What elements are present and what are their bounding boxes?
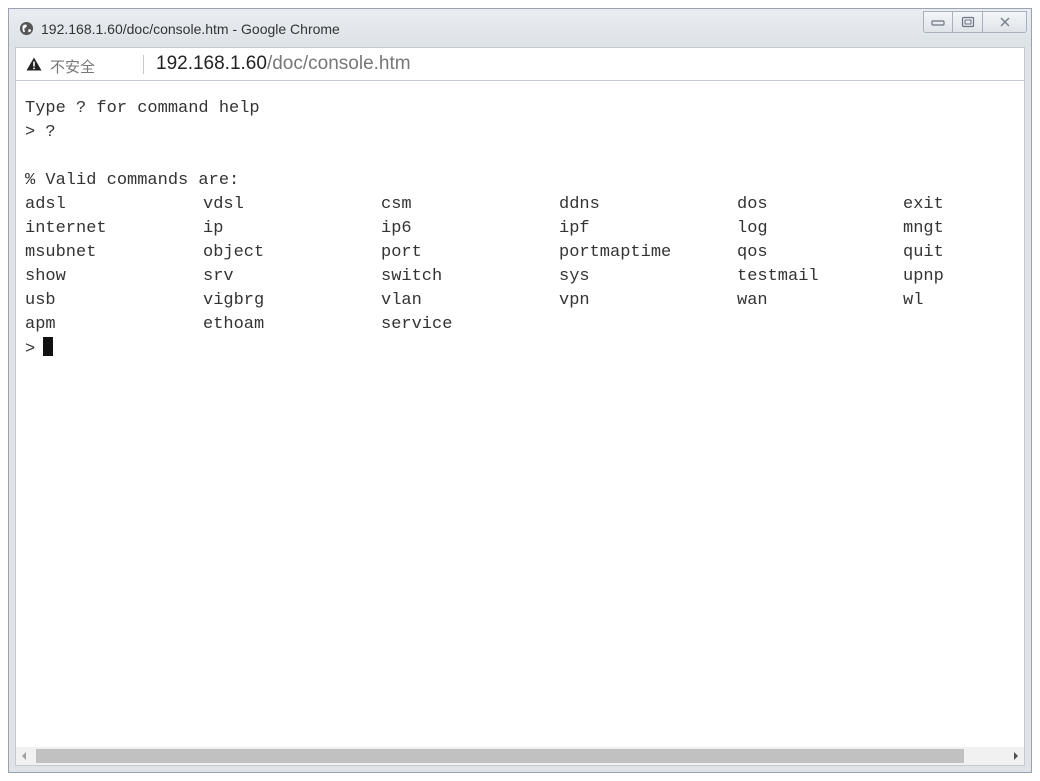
command-item: service <box>381 315 453 334</box>
command-item: msubnet <box>25 243 97 262</box>
url-text[interactable]: 192.168.1.60/doc/console.htm <box>156 53 411 75</box>
security-label[interactable]: 不安全 <box>50 56 95 77</box>
url-host: 192.168.1.60 <box>156 53 267 74</box>
cursor <box>43 337 54 356</box>
command-item: wl <box>903 291 924 310</box>
window-controls <box>923 11 1027 33</box>
globe-icon <box>19 21 34 36</box>
command-item: vpn <box>559 291 590 310</box>
command-item: log <box>737 219 768 238</box>
minimize-button[interactable] <box>923 11 953 33</box>
valid-commands-header: % Valid commands are: <box>25 171 240 190</box>
command-item: ethoam <box>203 315 265 334</box>
command-item: testmail <box>737 267 819 286</box>
title-bar[interactable]: 192.168.1.60/doc/console.htm - Google Ch… <box>9 9 1031 47</box>
maximize-icon <box>961 16 974 28</box>
command-item: apm <box>25 315 56 334</box>
scrollbar-thumb[interactable] <box>36 749 964 763</box>
command-item: ddns <box>559 195 600 214</box>
command-row: internet ip ip6 ipf log mngt <box>25 217 944 241</box>
command-item: exit <box>903 195 944 214</box>
page-content[interactable]: Type ? for command help > ? % Valid comm… <box>15 81 1025 766</box>
current-prompt-line[interactable]: > <box>25 337 260 361</box>
address-divider <box>143 55 144 74</box>
command-row: adsl vdsl csm ddns dos exit <box>25 193 944 217</box>
command-item: show <box>25 267 66 286</box>
command-item: ip6 <box>381 219 412 238</box>
command-item: adsl <box>25 195 66 214</box>
minimize-icon <box>931 20 945 26</box>
window-title: 192.168.1.60/doc/console.htm - Google Ch… <box>41 21 340 37</box>
command-item: internet <box>25 219 107 238</box>
command-item: wan <box>737 291 768 310</box>
command-item: qos <box>737 243 768 262</box>
command-item: switch <box>381 267 443 286</box>
close-icon <box>999 17 1010 27</box>
help-line: Type ? for command help <box>25 99 260 118</box>
command-item: sys <box>559 267 590 286</box>
command-item: mngt <box>903 219 944 238</box>
scroll-left-icon[interactable] <box>22 752 26 760</box>
command-item: vigbrg <box>203 291 265 310</box>
prompt-line: > ? <box>25 123 56 142</box>
command-row: msubnet object port portmaptime qos quit <box>25 241 944 265</box>
command-item: quit <box>903 243 944 262</box>
command-item: portmaptime <box>559 243 672 262</box>
command-item: usb <box>25 291 56 310</box>
command-item: upnp <box>903 267 944 286</box>
command-row: usb vigbrg vlan vpn wan wl <box>25 289 923 313</box>
command-item: ipf <box>559 219 590 238</box>
command-item: csm <box>381 195 412 214</box>
command-item: dos <box>737 195 768 214</box>
command-grid: adsl vdsl csm ddns dos exit internet ip ip6 ipf lo… <box>25 193 944 337</box>
maximize-button[interactable] <box>953 11 983 33</box>
browser-window: 192.168.1.60/doc/console.htm - Google Ch… <box>8 8 1032 773</box>
command-item: port <box>381 243 422 262</box>
console-output[interactable]: Type ? for command help > ? % Valid comm… <box>25 97 944 361</box>
warning-icon[interactable] <box>26 57 42 71</box>
command-item: ip <box>203 219 224 238</box>
scroll-right-icon[interactable] <box>1014 752 1018 760</box>
horizontal-scrollbar[interactable] <box>16 747 1024 765</box>
prompt-symbol: > <box>25 340 36 359</box>
command-item: vlan <box>381 291 422 310</box>
command-row: show srv switch sys testmail upnp <box>25 265 944 289</box>
command-item: srv <box>203 267 234 286</box>
command-row: apm ethoam service <box>25 313 452 337</box>
address-bar[interactable]: 不安全 192.168.1.60/doc/console.htm <box>15 47 1025 81</box>
command-item: vdsl <box>203 195 244 214</box>
url-path: /doc/console.htm <box>266 53 411 74</box>
command-item: object <box>203 243 265 262</box>
close-button[interactable] <box>983 11 1027 33</box>
